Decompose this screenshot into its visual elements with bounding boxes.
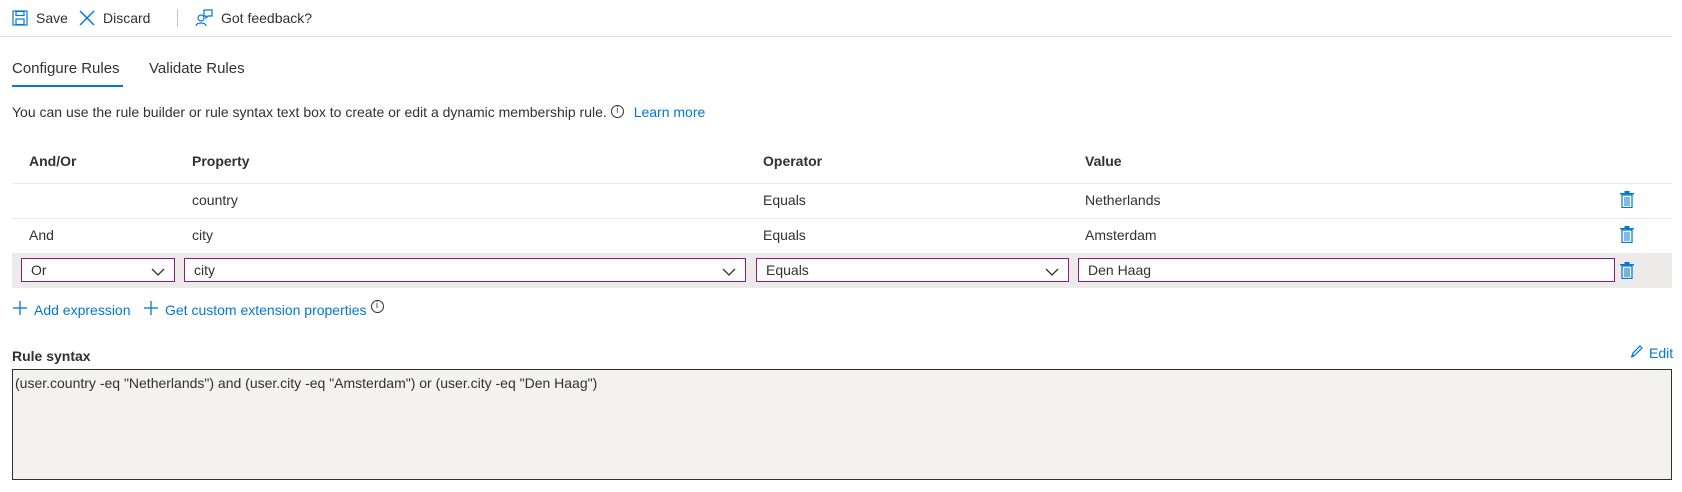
chevron-down-icon bbox=[722, 264, 736, 280]
close-icon bbox=[79, 10, 95, 26]
delete-icon[interactable] bbox=[1620, 226, 1634, 246]
header-value: Value bbox=[1085, 153, 1122, 169]
feedback-label: Got feedback? bbox=[221, 10, 313, 26]
tab-configure-rules[interactable]: Configure Rules bbox=[12, 60, 120, 77]
feedback-button[interactable]: Got feedback? bbox=[195, 6, 312, 30]
value-input[interactable]: Den Haag bbox=[1078, 258, 1615, 282]
toolbar-divider bbox=[177, 9, 178, 27]
andor-dropdown-value: Or bbox=[31, 262, 47, 278]
chevron-down-icon bbox=[151, 264, 165, 280]
discard-label: Discard bbox=[103, 10, 151, 26]
info-icon[interactable]: i bbox=[370, 300, 384, 313]
active-tab-indicator bbox=[12, 85, 123, 87]
custom-properties-label: Get custom extension properties bbox=[165, 301, 367, 318]
save-label: Save bbox=[36, 10, 68, 26]
plus-icon bbox=[143, 300, 159, 319]
chevron-down-icon bbox=[1045, 264, 1059, 280]
operator-dropdown[interactable]: Equals bbox=[756, 258, 1069, 282]
discard-button[interactable]: Discard bbox=[79, 6, 150, 30]
property-dropdown-value: city bbox=[194, 262, 215, 278]
rule-syntax-label: Rule syntax bbox=[12, 348, 91, 364]
row2-andor: And bbox=[29, 227, 54, 243]
row2-value: Amsterdam bbox=[1085, 227, 1157, 243]
add-expression-label: Add expression bbox=[34, 301, 131, 318]
feedback-icon bbox=[195, 9, 213, 27]
row1-value: Netherlands bbox=[1085, 192, 1161, 208]
save-button[interactable]: Save bbox=[12, 6, 68, 30]
save-icon bbox=[12, 10, 28, 26]
description: You can use the rule builder or rule syn… bbox=[12, 104, 705, 120]
operator-dropdown-value: Equals bbox=[766, 262, 809, 278]
header-andor: And/Or bbox=[29, 153, 77, 169]
edit-label: Edit bbox=[1649, 344, 1674, 361]
property-dropdown[interactable]: city bbox=[184, 258, 746, 282]
row2-property: city bbox=[192, 227, 213, 243]
row1-property: country bbox=[192, 192, 238, 208]
delete-icon[interactable] bbox=[1620, 262, 1634, 282]
command-bar: Save Discard Got feedback? bbox=[0, 0, 1672, 37]
row2-operator: Equals bbox=[763, 227, 806, 243]
get-custom-properties-button[interactable]: Get custom extension properties i bbox=[143, 300, 384, 319]
edit-button[interactable]: Edit bbox=[1630, 344, 1673, 361]
pencil-icon bbox=[1630, 344, 1644, 361]
tab-validate-rules[interactable]: Validate Rules bbox=[149, 60, 245, 77]
andor-dropdown[interactable]: Or bbox=[21, 258, 175, 282]
header-property: Property bbox=[192, 153, 250, 169]
delete-icon[interactable] bbox=[1620, 191, 1634, 211]
description-text: You can use the rule builder or rule syn… bbox=[12, 104, 607, 120]
plus-icon bbox=[12, 300, 28, 319]
add-expression-button[interactable]: Add expression bbox=[12, 300, 131, 319]
learn-more-link[interactable]: Learn more bbox=[634, 104, 706, 120]
info-icon[interactable]: i bbox=[610, 105, 624, 118]
row-divider bbox=[12, 183, 1672, 184]
rule-syntax-textbox[interactable]: (user.country -eq "Netherlands") and (us… bbox=[12, 369, 1672, 480]
row1-operator: Equals bbox=[763, 192, 806, 208]
row-divider bbox=[12, 218, 1672, 219]
header-operator: Operator bbox=[763, 153, 823, 169]
